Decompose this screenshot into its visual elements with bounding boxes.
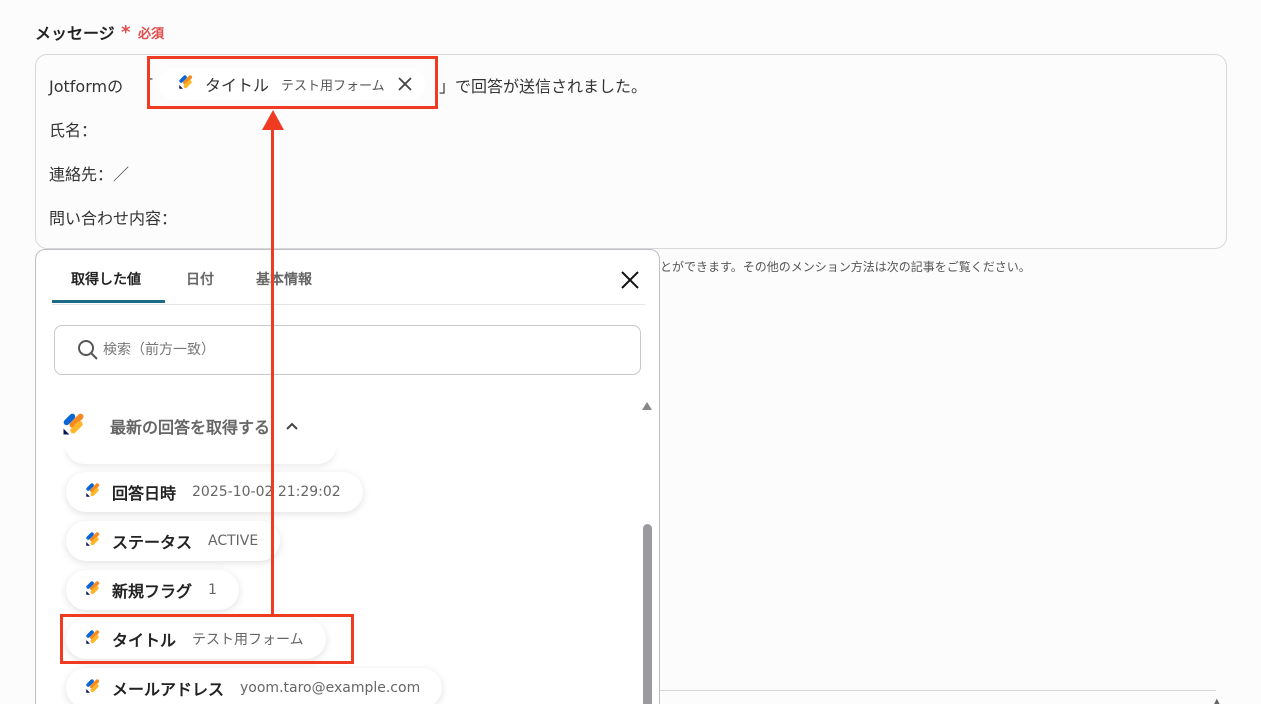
tab-date[interactable]: 日付 — [186, 269, 214, 289]
list-item[interactable]: 新規フラグ 1 — [66, 570, 239, 610]
close-icon[interactable] — [618, 268, 642, 292]
item-label: ステータス — [112, 533, 193, 552]
list-item[interactable]: ステータス ACTIVE — [66, 521, 281, 561]
required-text: 必須 — [138, 27, 165, 42]
resize-handle-icon[interactable]: ▲ — [1213, 697, 1221, 704]
jotform-icon — [84, 579, 102, 601]
annotation-arrow-head — [262, 110, 284, 130]
required-star: * — [121, 22, 131, 43]
item-value: ACTIVE — [208, 533, 259, 549]
message-line-3: 連絡先：／ — [49, 165, 130, 184]
item-label: 回答日時 — [112, 484, 177, 503]
helper-text: とができます。その他のメンション方法は次の記事をご覧ください。 — [660, 260, 1031, 274]
tab-basic-info[interactable]: 基本情報 — [256, 269, 312, 289]
active-tab-indicator — [52, 300, 165, 303]
item-label: メールアドレス — [112, 680, 225, 699]
jotform-icon — [84, 530, 102, 552]
highlight-box-inserted-pill — [147, 56, 438, 109]
item-value: 2025-10-02 21:29:02 — [192, 484, 341, 500]
scroll-up-icon[interactable] — [642, 402, 652, 410]
jotform-icon — [60, 410, 88, 442]
jotform-icon — [84, 481, 102, 503]
message-line-2: 氏名： — [49, 121, 98, 140]
annotation-arrow-line — [271, 126, 274, 614]
field-label: メッセージ — [35, 24, 115, 43]
group-title: 最新の回答を取得する — [110, 418, 271, 437]
jotform-icon — [84, 677, 102, 699]
item-value: yoom.taro@example.com — [240, 680, 421, 696]
tab-divider — [52, 304, 645, 305]
list-item[interactable]: メールアドレス yoom.taro@example.com — [66, 668, 443, 704]
highlight-box-title-item — [60, 614, 354, 664]
chevron-up-icon[interactable] — [284, 418, 300, 434]
scrollbar-thumb[interactable] — [643, 524, 652, 704]
message-line-4: 問い合わせ内容： — [49, 209, 178, 228]
search-icon — [77, 339, 99, 365]
item-label: 新規フラグ — [112, 582, 193, 601]
list-item[interactable]: 回答日時 2025-10-02 21:29:02 — [66, 472, 363, 512]
group-header-latest-response[interactable]: 最新の回答を取得する — [60, 410, 300, 442]
search-input[interactable] — [103, 338, 603, 362]
message-line-1-suffix: 」で回答が送信されました。 — [439, 77, 648, 96]
divider — [660, 690, 1216, 691]
search-box[interactable] — [54, 325, 641, 375]
tab-acquired-values[interactable]: 取得した値 — [71, 269, 141, 289]
message-field-screen: メッセージ * 必須 Jotformの 「 タイトル テスト用フォーム 」で回答… — [0, 0, 1261, 704]
message-line-1-prefix: Jotformの — [49, 77, 124, 96]
list-item-partial — [66, 446, 336, 464]
item-value: 1 — [208, 582, 217, 598]
